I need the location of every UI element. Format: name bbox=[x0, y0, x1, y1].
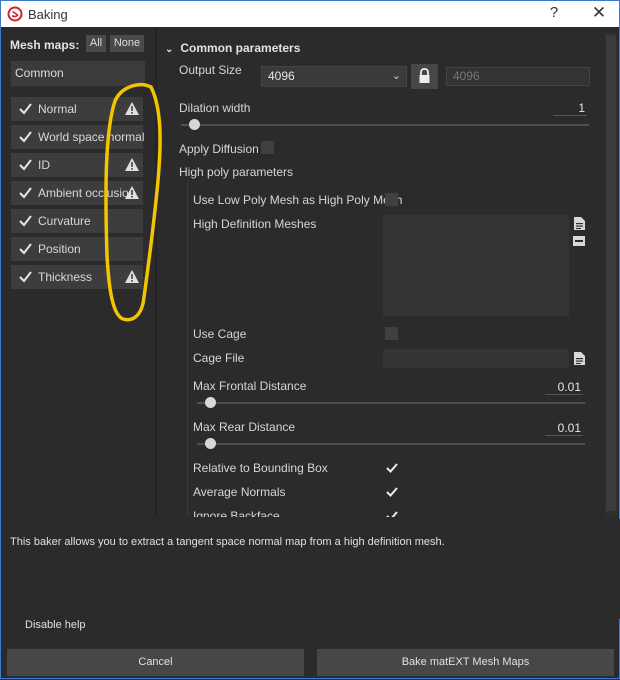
use-low-poly-label: Use Low Poly Mesh as High Poly Mesh bbox=[193, 193, 403, 207]
output-size-label: Output Size bbox=[179, 63, 242, 77]
help-area: This baker allows you to extract a tange… bbox=[2, 519, 620, 619]
ignore-backface-checkbox[interactable] bbox=[385, 509, 399, 517]
mesh-map-item-curvature[interactable]: Curvature bbox=[11, 209, 143, 233]
ignore-backface-label: Ignore Backface bbox=[193, 509, 280, 517]
close-button[interactable]: ✕ bbox=[589, 3, 609, 23]
max-frontal-distance-label: Max Frontal Distance bbox=[193, 379, 307, 393]
title-bar: Baking ? ✕ bbox=[1, 1, 619, 27]
dilation-width-label: Dilation width bbox=[179, 101, 251, 115]
relative-bounding-box-label: Relative to Bounding Box bbox=[193, 461, 328, 475]
scrollbar-thumb[interactable] bbox=[606, 35, 616, 511]
output-size-select[interactable]: 4096 ⌄ bbox=[261, 66, 407, 87]
use-cage-checkbox[interactable] bbox=[385, 327, 398, 340]
apply-diffusion-checkbox[interactable] bbox=[261, 141, 274, 154]
disable-help-link[interactable]: Disable help bbox=[25, 619, 86, 631]
section-header-common[interactable]: ⌄ Common parameters bbox=[165, 41, 300, 55]
mesh-map-item-position[interactable]: Position bbox=[11, 237, 143, 261]
mesh-map-label: World space normal bbox=[38, 130, 145, 144]
max-rear-distance-input[interactable]: 0.01 bbox=[545, 421, 583, 436]
checkbox-checked-icon[interactable] bbox=[18, 213, 33, 228]
mesh-map-label: Thickness bbox=[38, 270, 93, 284]
slider-handle[interactable] bbox=[204, 438, 216, 449]
baking-window: Baking ? ✕ Mesh maps: All None Common No… bbox=[0, 0, 620, 679]
lock-icon bbox=[419, 68, 430, 83]
apply-diffusion-label: Apply Diffusion bbox=[179, 142, 259, 156]
cancel-button[interactable]: Cancel bbox=[7, 649, 304, 676]
high-definition-meshes-label: High Definition Meshes bbox=[193, 217, 317, 231]
use-low-poly-checkbox[interactable] bbox=[385, 193, 398, 206]
high-poly-parameters-label: High poly parameters bbox=[179, 165, 294, 179]
mesh-map-item-thickness[interactable]: Thickness bbox=[11, 265, 143, 289]
group-indent-line bbox=[187, 180, 188, 517]
cage-file-input[interactable] bbox=[383, 349, 569, 368]
max-frontal-distance-slider[interactable] bbox=[197, 402, 585, 404]
mesh-maps-panel: Mesh maps: All None Common Normal World … bbox=[2, 27, 154, 517]
warning-icon bbox=[125, 158, 139, 171]
parameters-panel: ⌄ Common parameters Output Size 4096 ⌄ 4… bbox=[157, 27, 619, 517]
checkbox-checked-icon[interactable] bbox=[18, 185, 33, 200]
warning-icon bbox=[125, 186, 139, 199]
remove-mesh-icon[interactable] bbox=[573, 236, 585, 246]
select-all-button[interactable]: All bbox=[86, 35, 106, 52]
dilation-width-slider[interactable] bbox=[181, 124, 589, 126]
slider-handle[interactable] bbox=[204, 397, 216, 408]
checkbox-checked-icon[interactable] bbox=[18, 157, 33, 172]
mesh-map-item-normal[interactable]: Normal bbox=[11, 97, 143, 121]
checkbox-checked-icon[interactable] bbox=[18, 129, 33, 144]
relative-bounding-box-checkbox[interactable] bbox=[385, 461, 399, 475]
mesh-maps-label: Mesh maps: bbox=[10, 38, 80, 52]
mesh-map-label: ID bbox=[38, 158, 50, 172]
mesh-map-label: Normal bbox=[38, 102, 77, 116]
mesh-map-item-world-space-normal[interactable]: World space normal bbox=[11, 125, 145, 149]
chevron-down-icon: ⌄ bbox=[391, 70, 401, 82]
lock-ratio-button[interactable] bbox=[411, 64, 438, 89]
mesh-map-item-ambient-occlusion[interactable]: Ambient occlusion bbox=[11, 181, 143, 205]
use-cage-label: Use Cage bbox=[193, 327, 247, 341]
checkbox-checked-icon[interactable] bbox=[18, 101, 33, 116]
max-rear-distance-label: Max Rear Distance bbox=[193, 420, 296, 434]
window-title: Baking bbox=[28, 7, 68, 22]
help-button[interactable]: ? bbox=[547, 4, 561, 21]
dilation-width-input[interactable]: 1 bbox=[553, 101, 587, 116]
mesh-map-label: Ambient occlusion bbox=[38, 186, 136, 200]
warning-icon bbox=[125, 270, 139, 283]
mesh-map-label: Position bbox=[38, 242, 81, 256]
slider-handle[interactable] bbox=[189, 119, 201, 130]
select-none-button[interactable]: None bbox=[110, 35, 144, 52]
add-file-icon[interactable] bbox=[573, 216, 586, 231]
substance-logo-icon bbox=[7, 6, 23, 22]
common-tab[interactable]: Common bbox=[11, 61, 145, 86]
section-title: Common parameters bbox=[180, 41, 301, 55]
output-size-linked-field: 4096 bbox=[446, 67, 590, 86]
cage-file-label: Cage File bbox=[193, 351, 245, 365]
checkbox-checked-icon[interactable] bbox=[18, 269, 33, 284]
max-rear-distance-slider[interactable] bbox=[197, 443, 585, 445]
output-size-value: 4096 bbox=[268, 69, 295, 83]
average-normals-label: Average Normals bbox=[193, 485, 286, 499]
average-normals-checkbox[interactable] bbox=[385, 485, 399, 499]
open-file-icon[interactable] bbox=[573, 351, 586, 366]
chevron-down-icon: ⌄ bbox=[165, 44, 174, 55]
checkbox-checked-icon[interactable] bbox=[18, 241, 33, 256]
max-frontal-distance-input[interactable]: 0.01 bbox=[545, 380, 583, 395]
warning-icon bbox=[125, 102, 139, 115]
mesh-map-item-id[interactable]: ID bbox=[11, 153, 143, 177]
help-text: This baker allows you to extract a tange… bbox=[10, 536, 445, 548]
high-definition-meshes-list[interactable] bbox=[383, 215, 569, 316]
mesh-map-label: Curvature bbox=[38, 214, 91, 228]
bake-button[interactable]: Bake matEXT Mesh Maps bbox=[317, 649, 614, 676]
